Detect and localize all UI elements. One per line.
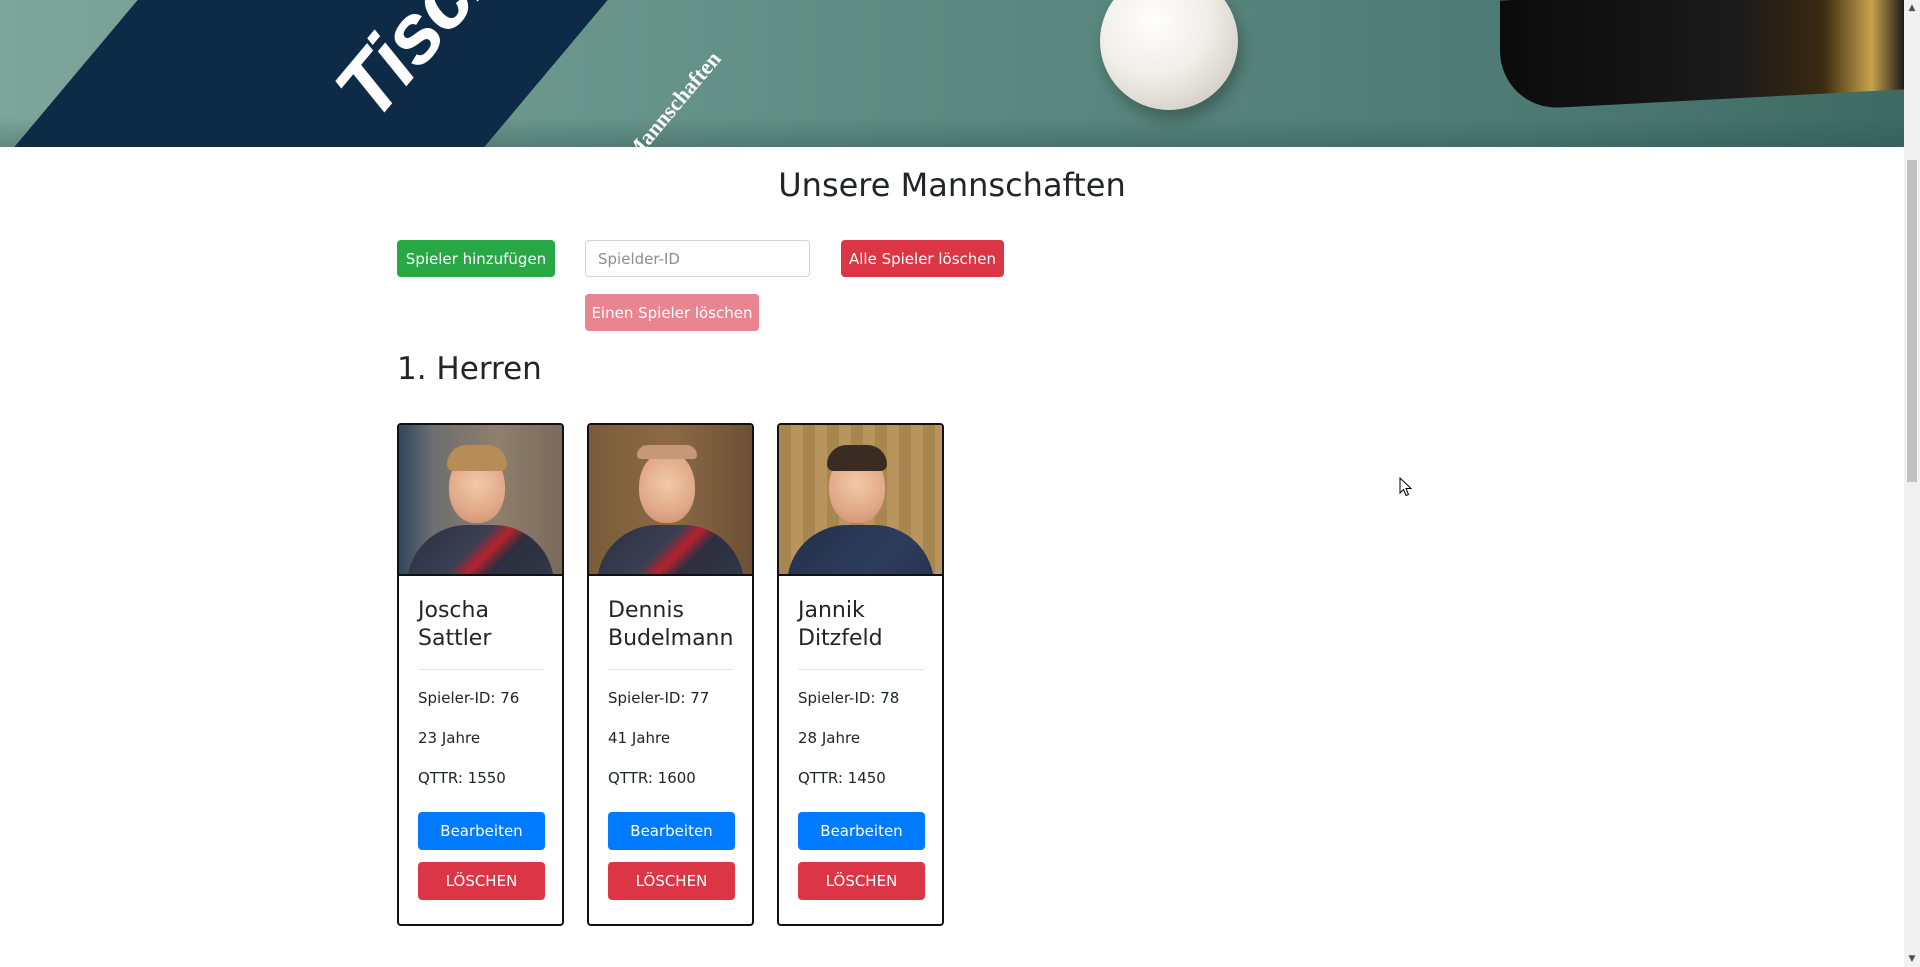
player-last-name: Budelmann — [608, 626, 734, 651]
player-qttr-text: QTTR: 1450 — [798, 769, 886, 787]
card-divider — [798, 669, 924, 670]
delete-one-player-button[interactable]: Einen Spieler löschen — [585, 294, 759, 331]
player-first-name: Joscha — [418, 598, 489, 623]
player-card: Joscha Sattler Spieler-ID: 76 23 Jahre Q… — [397, 423, 564, 926]
player-id-text: Spieler-ID: 78 — [798, 689, 900, 707]
edit-player-button[interactable]: Bearbeiten — [608, 812, 735, 850]
scroll-up-icon[interactable]: ▲ — [1904, 0, 1920, 16]
player-age-text: 41 Jahre — [608, 729, 671, 747]
player-name: Jannik Ditzfeld — [798, 597, 928, 653]
player-name: Joscha Sattler — [418, 597, 548, 653]
player-first-name: Jannik — [798, 598, 865, 623]
player-photo — [399, 425, 562, 576]
page-title: Unsere Mannschaften — [778, 166, 1126, 204]
vertical-scrollbar[interactable]: ▲ ▼ — [1904, 0, 1920, 967]
delete-player-button[interactable]: LÖSCHEN — [798, 862, 925, 900]
player-age-text: 28 Jahre — [798, 729, 861, 747]
edit-player-button[interactable]: Bearbeiten — [418, 812, 545, 850]
player-qttr-text: QTTR: 1600 — [608, 769, 696, 787]
delete-player-button[interactable]: LÖSCHEN — [418, 862, 545, 900]
player-card: Dennis Budelmann Spieler-ID: 77 41 Jahre… — [587, 423, 754, 926]
player-age-text: 23 Jahre — [418, 729, 481, 747]
card-divider — [608, 669, 734, 670]
player-id-text: Spieler-ID: 77 — [608, 689, 710, 707]
paddle-image — [1500, 0, 1904, 111]
scroll-down-icon[interactable]: ▼ — [1904, 951, 1920, 967]
player-qttr-text: QTTR: 1550 — [418, 769, 506, 787]
ping-pong-ball-image — [1100, 0, 1238, 110]
player-last-name: Ditzfeld — [798, 626, 883, 651]
player-id-input[interactable] — [585, 240, 810, 277]
header-banner: Tisch Mannschaften — [0, 0, 1904, 147]
player-name: Dennis Budelmann — [608, 597, 738, 653]
delete-all-players-button[interactable]: Alle Spieler löschen — [841, 240, 1004, 277]
delete-player-button[interactable]: LÖSCHEN — [608, 862, 735, 900]
mouse-cursor-icon — [1399, 477, 1413, 497]
player-photo — [589, 425, 752, 576]
scrollbar-thumb[interactable] — [1907, 160, 1917, 482]
team-title: 1. Herren — [397, 351, 542, 387]
player-first-name: Dennis — [608, 598, 684, 623]
player-id-text: Spieler-ID: 76 — [418, 689, 520, 707]
player-card: Jannik Ditzfeld Spieler-ID: 78 28 Jahre … — [777, 423, 944, 926]
player-photo — [779, 425, 942, 576]
edit-player-button[interactable]: Bearbeiten — [798, 812, 925, 850]
card-divider — [418, 669, 544, 670]
add-player-button[interactable]: Spieler hinzufügen — [397, 240, 555, 277]
player-last-name: Sattler — [418, 626, 492, 651]
